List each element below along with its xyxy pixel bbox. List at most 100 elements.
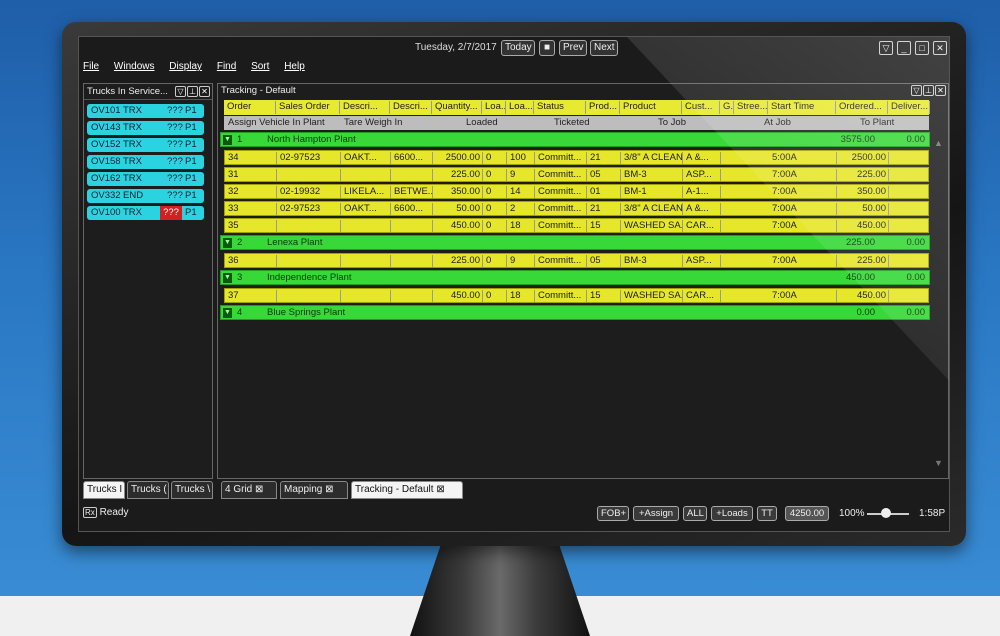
order-row[interactable]: 35 450.00 0 18 Committ... 15 WASHED SA... CAR..…: [224, 218, 929, 233]
truck-item[interactable]: OV332 END??? P1: [87, 189, 204, 203]
column-header[interactable]: Start Time: [768, 101, 836, 114]
column-header[interactable]: Cust...: [682, 101, 720, 114]
pin-icon[interactable]: ⊥: [923, 85, 934, 96]
truck-item[interactable]: OV101 TRX??? P1: [87, 104, 204, 118]
filter-icon[interactable]: ▽: [911, 85, 922, 96]
column-header[interactable]: G...: [720, 101, 734, 114]
app-window: Tuesday, 2/7/2017 Today ■ Prev Next ▽ _ …: [78, 36, 950, 532]
cell-prod: 05: [587, 255, 621, 267]
column-header[interactable]: Descri...: [390, 101, 432, 114]
close-button[interactable]: ✕: [933, 41, 947, 55]
column-header[interactable]: Loa...: [482, 101, 506, 114]
tab-trucks-3[interactable]: Trucks \: [171, 481, 213, 499]
column-header[interactable]: Status: [534, 101, 586, 114]
close-icon[interactable]: ✕: [199, 86, 210, 97]
loads-button[interactable]: +Loads: [711, 506, 753, 521]
cell-ordered: 225.00: [837, 255, 889, 267]
truck-item[interactable]: OV100 TRX??? P1: [87, 206, 204, 220]
menu-display[interactable]: Display: [169, 61, 202, 72]
tab-mapping[interactable]: Mapping ⊠: [280, 481, 348, 499]
minimize-button[interactable]: _: [897, 41, 911, 55]
maximize-button[interactable]: □: [915, 41, 929, 55]
stage-header: To Plant: [860, 117, 895, 128]
column-header[interactable]: Product: [620, 101, 682, 114]
order-row[interactable]: 31 225.00 0 9 Committ... 05 BM-3 ASP... 7:00A 225…: [224, 167, 929, 182]
cell-prod: 05: [587, 169, 621, 181]
column-header[interactable]: Stree...: [734, 101, 768, 114]
truck-item[interactable]: OV152 TRX??? P1: [87, 138, 204, 152]
tab-4-grid[interactable]: 4 Grid ⊠: [221, 481, 277, 499]
next-button[interactable]: Next: [590, 40, 618, 56]
menu-find[interactable]: Find: [217, 61, 236, 72]
vertical-scrollbar[interactable]: ▲ ▼: [934, 138, 944, 468]
menu-windows[interactable]: Windows: [114, 61, 155, 72]
column-header[interactable]: Order: [224, 101, 276, 114]
menu-help[interactable]: Help: [284, 61, 305, 72]
tt-button[interactable]: TT: [757, 506, 777, 521]
scroll-down-icon[interactable]: ▼: [934, 458, 943, 468]
order-row[interactable]: 32 02-19932 LIKELA... BETWE... 350.00 0 14 Comm…: [224, 184, 929, 199]
cell-time: 5:00A: [769, 152, 837, 164]
pin-icon[interactable]: ⊥: [187, 86, 198, 97]
order-row[interactable]: 34 02-97523 OAKT... 6600... 2500.00 0 100 Commi…: [224, 150, 929, 165]
scroll-up-icon[interactable]: ▲: [934, 138, 943, 148]
truck-item[interactable]: OV162 TRX??? P1: [87, 172, 204, 186]
tab-trucks-1[interactable]: Trucks I: [83, 481, 125, 499]
cell-l2: 14: [507, 186, 535, 198]
stop-button[interactable]: ■: [539, 40, 555, 56]
plant-group-row[interactable]: ▼ 1 North Hampton Plant 3575.00 0.00: [220, 132, 930, 147]
column-header[interactable]: Descri...: [340, 101, 390, 114]
cell-d1: [341, 290, 391, 302]
column-header[interactable]: Sales Order: [276, 101, 340, 114]
plant-group-row[interactable]: ▼ 4 Blue Springs Plant 0.00 0.00: [220, 305, 930, 320]
cell-l1: 0: [483, 290, 507, 302]
column-header[interactable]: Quantity...: [432, 101, 482, 114]
menu-bar: File Windows Display Find Sort Help: [79, 61, 949, 77]
menu-file[interactable]: File: [83, 61, 99, 72]
prev-button[interactable]: Prev: [559, 40, 587, 56]
cell-time: 7:00A: [769, 203, 837, 215]
truck-status-code: TRX: [123, 173, 142, 184]
order-row[interactable]: 37 450.00 0 18 Committ... 15 WASHED SA... CAR..…: [224, 288, 929, 303]
close-icon[interactable]: ✕: [935, 85, 946, 96]
column-header[interactable]: Loa...: [506, 101, 534, 114]
plant-group-row[interactable]: ▼ 2 Lenexa Plant 225.00 0.00: [220, 235, 930, 250]
cell-ordered: 2500.00: [837, 152, 889, 164]
plant-name: North Hampton Plant: [267, 134, 356, 145]
order-row[interactable]: 33 02-97523 OAKT... 6600... 50.00 0 2 Committ..…: [224, 201, 929, 216]
expand-icon[interactable]: ▼: [223, 238, 232, 248]
assign-button[interactable]: +Assign: [633, 506, 679, 521]
order-row[interactable]: 36 225.00 0 9 Committ... 05 BM-3 ASP... 7:00A 225…: [224, 253, 929, 268]
fob-button[interactable]: FOB+: [597, 506, 629, 521]
group-delivered-total: 0.00: [906, 272, 926, 283]
today-button[interactable]: Today: [501, 40, 535, 56]
menu-sort[interactable]: Sort: [251, 61, 269, 72]
group-ordered-total: 450.00: [845, 272, 875, 283]
filter-icon[interactable]: ▽: [175, 86, 186, 97]
plant-name: Blue Springs Plant: [267, 307, 346, 318]
tab-close-icon[interactable]: ⊠: [436, 484, 444, 495]
status-bar: Rx Ready FOB+ +Assign ALL +Loads TT 4250…: [79, 503, 949, 523]
all-button[interactable]: ALL: [683, 506, 707, 521]
tab-close-icon[interactable]: ⊠: [325, 484, 333, 495]
tab-trucks-2[interactable]: Trucks (: [127, 481, 169, 499]
plant-group-row[interactable]: ▼ 3 Independence Plant 450.00 0.00: [220, 270, 930, 285]
truck-item[interactable]: OV158 TRX??? P1: [87, 155, 204, 169]
column-header[interactable]: Ordered...: [836, 101, 888, 114]
expand-icon[interactable]: ▼: [223, 273, 232, 283]
truck-unknown: ???: [167, 173, 183, 184]
column-header[interactable]: Prod...: [586, 101, 620, 114]
cell-product: BM-1: [621, 186, 683, 198]
expand-icon[interactable]: ▼: [223, 308, 232, 318]
tab-close-icon[interactable]: ⊠: [255, 484, 263, 495]
clock: 1:58P: [919, 508, 946, 519]
truck-item[interactable]: OV143 TRX??? P1: [87, 121, 204, 135]
cell-ordered: 50.00: [837, 203, 889, 215]
tab-tracking-default[interactable]: Tracking - Default ⊠: [351, 481, 463, 499]
expand-icon[interactable]: ▼: [223, 135, 232, 145]
column-header[interactable]: Deliver...: [888, 101, 930, 114]
filter-icon[interactable]: ▽: [879, 41, 893, 55]
tracking-pane: Tracking - Default ▽ ⊥ ✕ Order Sales Order D…: [217, 83, 949, 479]
cell-cust: ASP...: [683, 169, 721, 181]
zoom-slider-knob[interactable]: [881, 508, 891, 518]
